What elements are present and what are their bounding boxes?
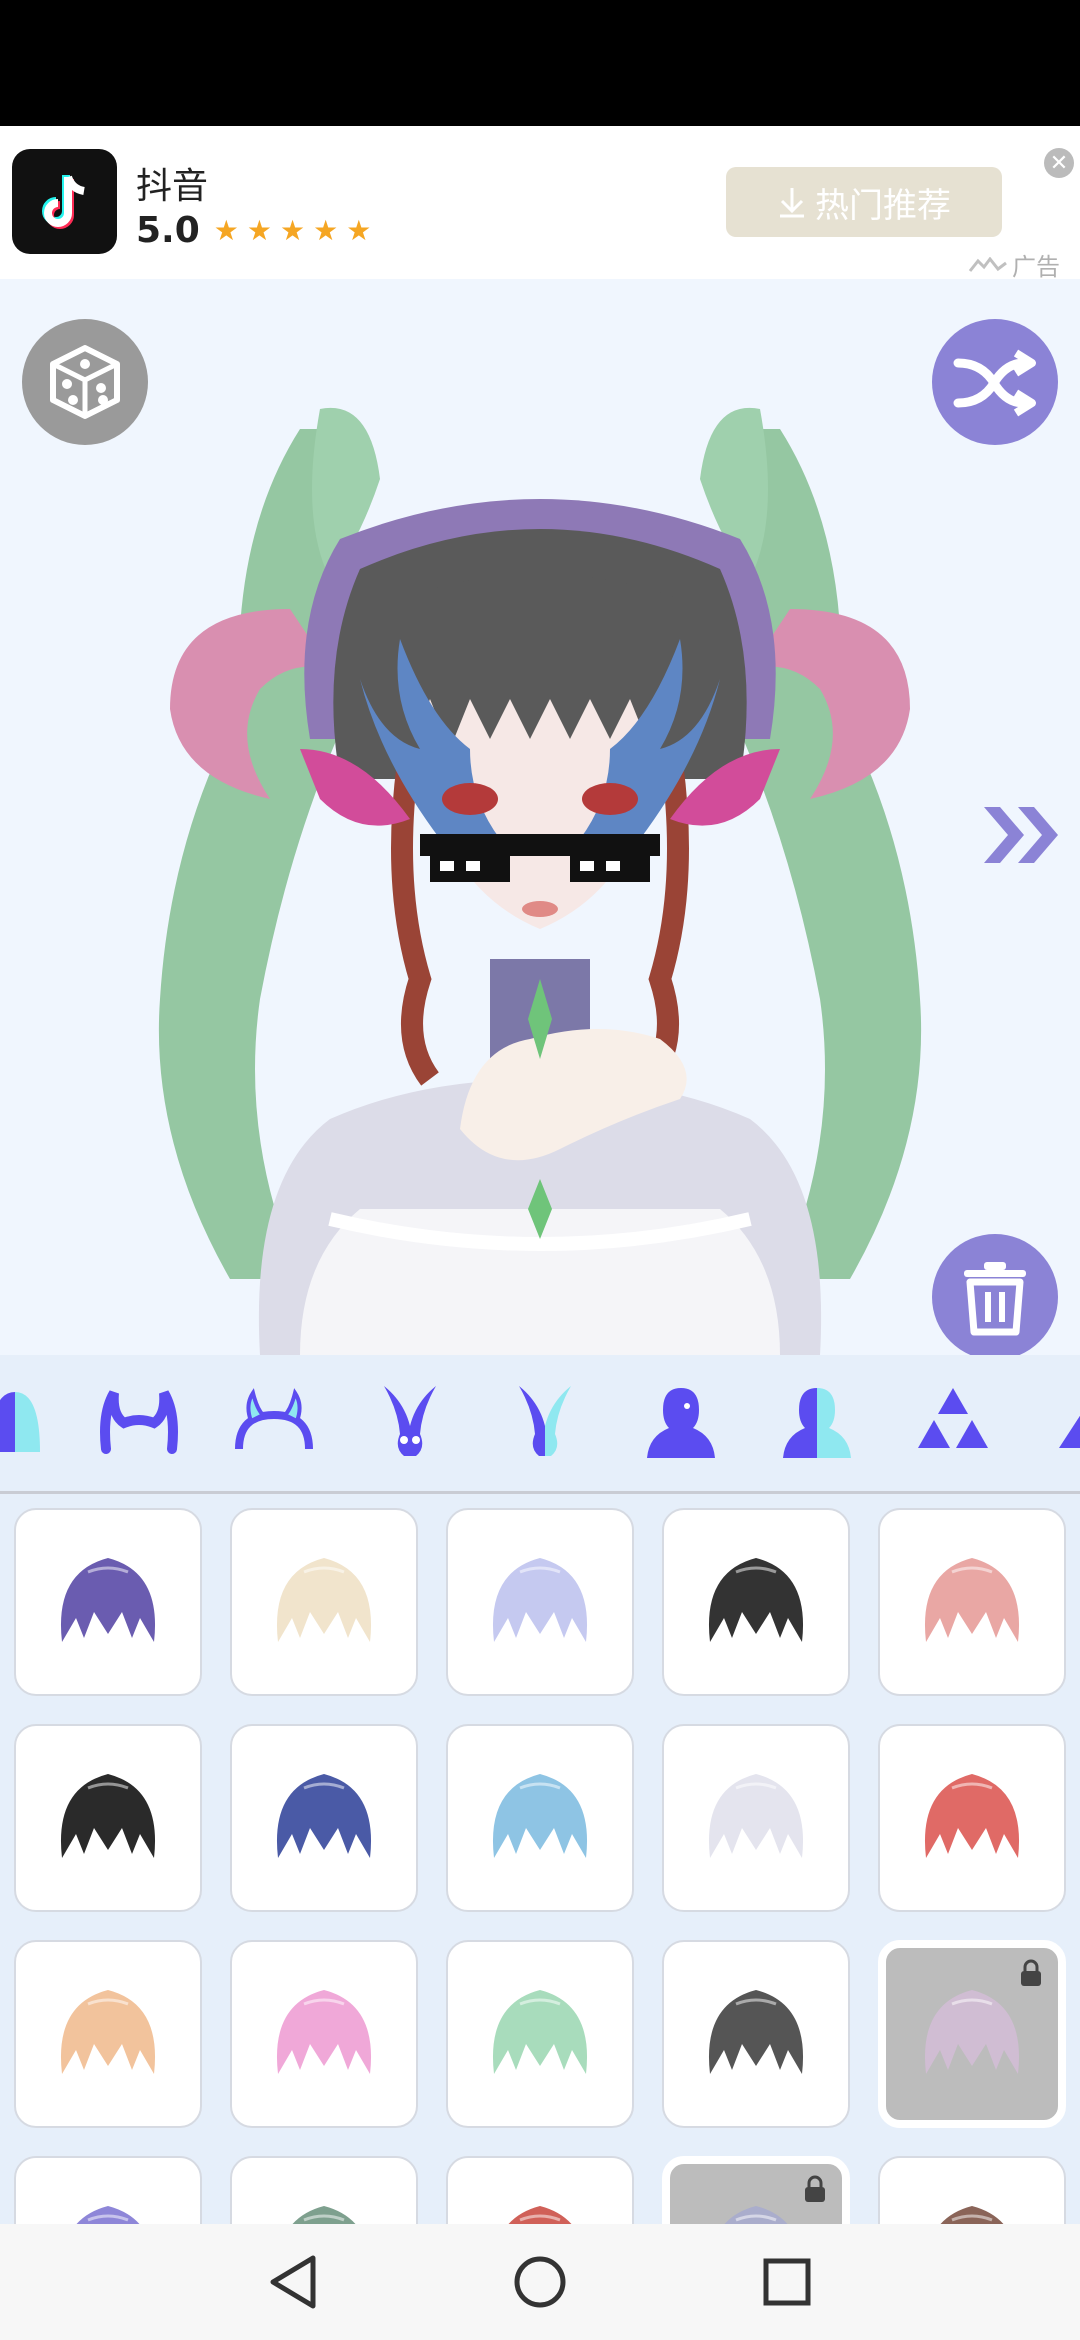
shuffle-icon [953,349,1036,417]
triangle-icon [1059,1415,1080,1448]
category-bunny-ears[interactable] [365,1377,455,1467]
hair-style-icon [60,1774,156,1858]
hair-style-icon [276,1558,372,1642]
hair-option-tile[interactable] [662,1508,850,1696]
category-split-bunny-ears[interactable] [500,1377,590,1467]
triangles-icon [918,1388,988,1448]
hair-style-icon [276,1990,372,2074]
split-silhouette-icon [783,1388,851,1458]
tiktok-logo-icon[interactable] [12,149,117,254]
ad-mark-icon [968,256,1007,272]
download-icon [780,188,804,218]
back-triangle-icon [270,2255,316,2309]
character-preview [0,279,1080,1355]
hair-option-tile[interactable] [14,2156,202,2224]
next-page-button[interactable] [978,800,1068,870]
hair-style-icon [708,1558,804,1642]
hair-style-icon [60,1990,156,2074]
ad-rating: 5.0 ★★★★★ [136,210,379,251]
hair-option-tile[interactable] [230,2156,418,2224]
hair-style-icon [492,1774,588,1858]
system-nav-bar [0,2224,1080,2340]
ad-tag: 广告 [968,247,1060,282]
silhouette-icon [647,1388,715,1458]
hair-option-tile[interactable] [14,1508,202,1696]
hair-option-tile[interactable] [14,1940,202,2128]
hair-style-icon [508,2206,572,2224]
hair-option-tile[interactable] [446,1724,634,1912]
outline-horns-icon [235,1388,313,1450]
random-dice-button[interactable] [22,319,148,445]
recents-nav-button[interactable] [752,2247,822,2317]
hair-option-tile[interactable] [878,2156,1066,2224]
hair-option-tile[interactable] [662,2156,850,2224]
category-split-ear[interactable] [0,1377,60,1467]
status-bar [0,0,1080,126]
hair-style-icon [492,1558,588,1642]
ad-hot-recommend-button[interactable]: 热门推荐 [726,167,1002,237]
category-strip[interactable] [0,1355,1080,1494]
dice-icon [50,345,120,419]
split-ear-icon [0,1392,40,1452]
hair-option-tile[interactable] [662,1724,850,1912]
hair-style-icon [492,1990,588,2074]
hair-style-icon [940,2206,1004,2224]
hair-style-icon [60,1558,156,1642]
ad-button-label: 热门推荐 [815,185,951,226]
back-nav-button[interactable] [258,2247,328,2317]
hair-option-tile[interactable] [878,1724,1066,1912]
hair-style-icon [708,1774,804,1858]
hair-style-icon [724,2206,788,2224]
hair-style-icon [708,1990,804,2074]
home-nav-button[interactable] [505,2247,575,2317]
hair-option-tile[interactable] [662,1940,850,2128]
ad-rating-value: 5.0 [136,210,200,251]
ad-close-icon[interactable]: ✕ [1044,148,1074,178]
hair-option-tile[interactable] [230,1508,418,1696]
lock-icon [805,2175,825,2202]
category-split-silhouette[interactable] [772,1377,862,1467]
character-avatar [158,407,922,1355]
hair-style-icon [292,2206,356,2224]
hair-style-icon [276,1774,372,1858]
hair-style-icon [924,1774,1020,1858]
ad-tag-label: 广告 [1012,253,1060,281]
hair-option-tile[interactable] [878,1940,1066,2128]
category-demon-horns[interactable] [94,1377,184,1467]
demon-horns-icon [100,1390,178,1454]
category-triangle[interactable] [1044,1377,1080,1467]
double-chevron-right-icon [984,807,1058,863]
hair-style-icon [924,1558,1020,1642]
shuffle-button[interactable] [932,319,1058,445]
category-triangles[interactable] [908,1377,998,1467]
category-outline-horns[interactable] [229,1377,319,1467]
hair-item-grid[interactable] [0,1494,1080,2224]
hair-option-tile[interactable] [230,1724,418,1912]
hair-option-tile[interactable] [446,1940,634,2128]
lock-icon [1021,1959,1041,1986]
delete-button[interactable] [932,1234,1058,1360]
ad-app-name: 抖音 [136,166,209,207]
bunny-ears-icon [384,1386,436,1456]
trash-icon [964,1262,1026,1336]
home-circle-icon [514,2256,566,2308]
hair-style-icon [924,1990,1020,2074]
hair-option-tile[interactable] [878,1508,1066,1696]
category-silhouette[interactable] [636,1377,726,1467]
hair-style-icon [76,2206,140,2224]
hair-option-tile[interactable] [446,2156,634,2224]
hair-option-tile[interactable] [14,1724,202,1912]
hair-option-tile[interactable] [446,1508,634,1696]
star-rating-icons: ★★★★★ [213,214,380,247]
split-bunny-ears-icon [519,1386,571,1456]
recents-square-icon [763,2258,811,2306]
hair-option-tile[interactable] [230,1940,418,2128]
